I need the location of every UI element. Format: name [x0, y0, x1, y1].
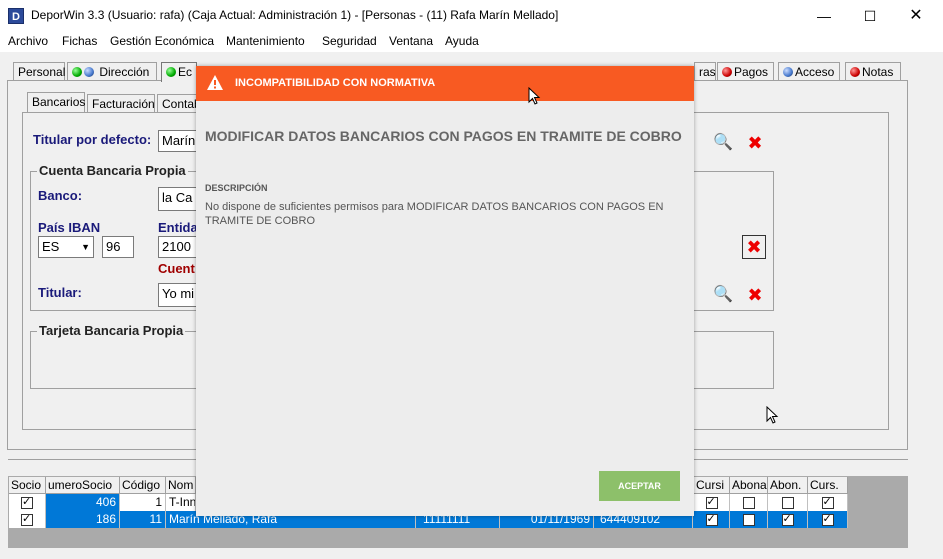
- delete-icon[interactable]: ✖: [744, 132, 766, 154]
- search-icon[interactable]: 🔍: [712, 284, 734, 306]
- maximize-button[interactable]: ☐: [847, 0, 893, 32]
- accept-button[interactable]: ACEPTAR: [599, 471, 680, 501]
- banco-label: Banco:: [38, 188, 83, 203]
- menu-mantenimiento[interactable]: Mantenimiento: [226, 34, 305, 48]
- curs-checkbox[interactable]: [808, 511, 848, 528]
- grid-header-codigo[interactable]: Código: [120, 477, 166, 494]
- codigo-cell: 11: [120, 511, 166, 528]
- iban-dc-field[interactable]: 96: [102, 236, 134, 258]
- cuenta-warning-text: Cuent: [158, 261, 195, 276]
- menu-gestion-economica[interactable]: Gestión Económica: [110, 34, 214, 48]
- pais-iban-label: País IBAN: [38, 220, 101, 235]
- titular-defecto-field[interactable]: Marín: [158, 130, 198, 152]
- subtab-facturacion[interactable]: Facturación: [87, 94, 155, 112]
- entidad-label: Entida: [158, 220, 198, 235]
- grid-header-abona[interactable]: Abona: [730, 477, 768, 494]
- tab-notas[interactable]: Notas: [845, 62, 901, 80]
- entidad-field[interactable]: 2100: [158, 236, 198, 258]
- red-status-icon: [722, 67, 732, 77]
- menu-fichas[interactable]: Fichas: [62, 34, 97, 48]
- grid-header-socio[interactable]: Socio: [9, 477, 46, 494]
- menu-ventana[interactable]: Ventana: [389, 34, 433, 48]
- chevron-down-icon: ▼: [81, 242, 90, 252]
- cursi-checkbox[interactable]: [694, 511, 730, 528]
- tab-pagos[interactable]: Pagos: [717, 62, 774, 80]
- abona-checkbox[interactable]: [730, 494, 768, 511]
- app-icon: D: [8, 8, 24, 24]
- subtab-contabilidad[interactable]: Contab: [157, 94, 201, 112]
- banco-field[interactable]: la Ca: [158, 187, 198, 211]
- green-status-icon: [166, 67, 176, 77]
- tab-direccion[interactable]: Dirección: [67, 62, 157, 80]
- grid-header-nombre[interactable]: Nom: [166, 477, 196, 494]
- window-title: DeporWin 3.3 (Usuario: rafa) (Caja Actua…: [31, 8, 559, 22]
- codigo-cell: 1: [120, 494, 166, 511]
- dialog-title: INCOMPATIBILIDAD CON NORMATIVA: [235, 77, 436, 89]
- abona-checkbox[interactable]: [730, 511, 768, 528]
- tab-acceso[interactable]: Acceso: [778, 62, 840, 80]
- nombre-cell: T-Inn: [166, 494, 196, 511]
- warning-icon: [207, 75, 223, 90]
- tab-personal[interactable]: Personal: [13, 62, 65, 80]
- mouse-cursor-icon: [528, 87, 541, 105]
- cuenta-bancaria-title: Cuenta Bancaria Propia: [37, 163, 188, 178]
- tab-economico[interactable]: Ec: [161, 62, 197, 82]
- grid-header-curs[interactable]: Curs.: [808, 477, 848, 494]
- tarjeta-bancaria-title: Tarjeta Bancaria Propia: [37, 323, 186, 338]
- numero-socio-cell: 406: [46, 494, 120, 511]
- delete-account-icon[interactable]: ✖: [742, 235, 766, 259]
- red-status-icon: [850, 67, 860, 77]
- description-text: No dispone de suficientes permisos para …: [205, 201, 664, 227]
- cursi-checkbox[interactable]: [694, 494, 730, 511]
- dialog-heading: MODIFICAR DATOS BANCARIOS CON PAGOS EN T…: [205, 128, 682, 144]
- abon-checkbox[interactable]: [768, 511, 808, 528]
- mouse-cursor-icon: [766, 406, 779, 424]
- subtab-bancarios[interactable]: Bancarios: [27, 92, 85, 112]
- menu-archivo[interactable]: Archivo: [8, 34, 48, 48]
- description-label: DESCRIPCIÓN: [205, 183, 268, 193]
- blue-status-icon: [783, 67, 793, 77]
- grid-header-cursi[interactable]: Cursi: [694, 477, 730, 494]
- grid-header-abon[interactable]: Abon.: [768, 477, 808, 494]
- pais-select[interactable]: ES ▼: [38, 236, 94, 258]
- titular-field[interactable]: Yo mi: [158, 283, 198, 307]
- blue-status-icon: [84, 67, 94, 77]
- tab-cuotas[interactable]: ras: [694, 62, 716, 80]
- numero-socio-cell: 186: [46, 511, 120, 528]
- green-status-icon: [72, 67, 82, 77]
- minimize-button[interactable]: —: [801, 0, 847, 32]
- socio-checkbox[interactable]: [9, 494, 46, 511]
- search-icon[interactable]: 🔍: [712, 132, 734, 154]
- socio-checkbox[interactable]: [9, 511, 46, 528]
- abon-checkbox[interactable]: [768, 494, 808, 511]
- titular-label: Titular:: [38, 285, 82, 300]
- menu-seguridad[interactable]: Seguridad: [322, 34, 377, 48]
- curs-checkbox[interactable]: [808, 494, 848, 511]
- titular-defecto-label: Titular por defecto:: [33, 132, 152, 147]
- close-button[interactable]: ✕: [893, 0, 939, 32]
- menu-ayuda[interactable]: Ayuda: [445, 34, 479, 48]
- grid-header-numero-socio[interactable]: umeroSocio: [46, 477, 120, 494]
- delete-icon[interactable]: ✖: [744, 284, 766, 306]
